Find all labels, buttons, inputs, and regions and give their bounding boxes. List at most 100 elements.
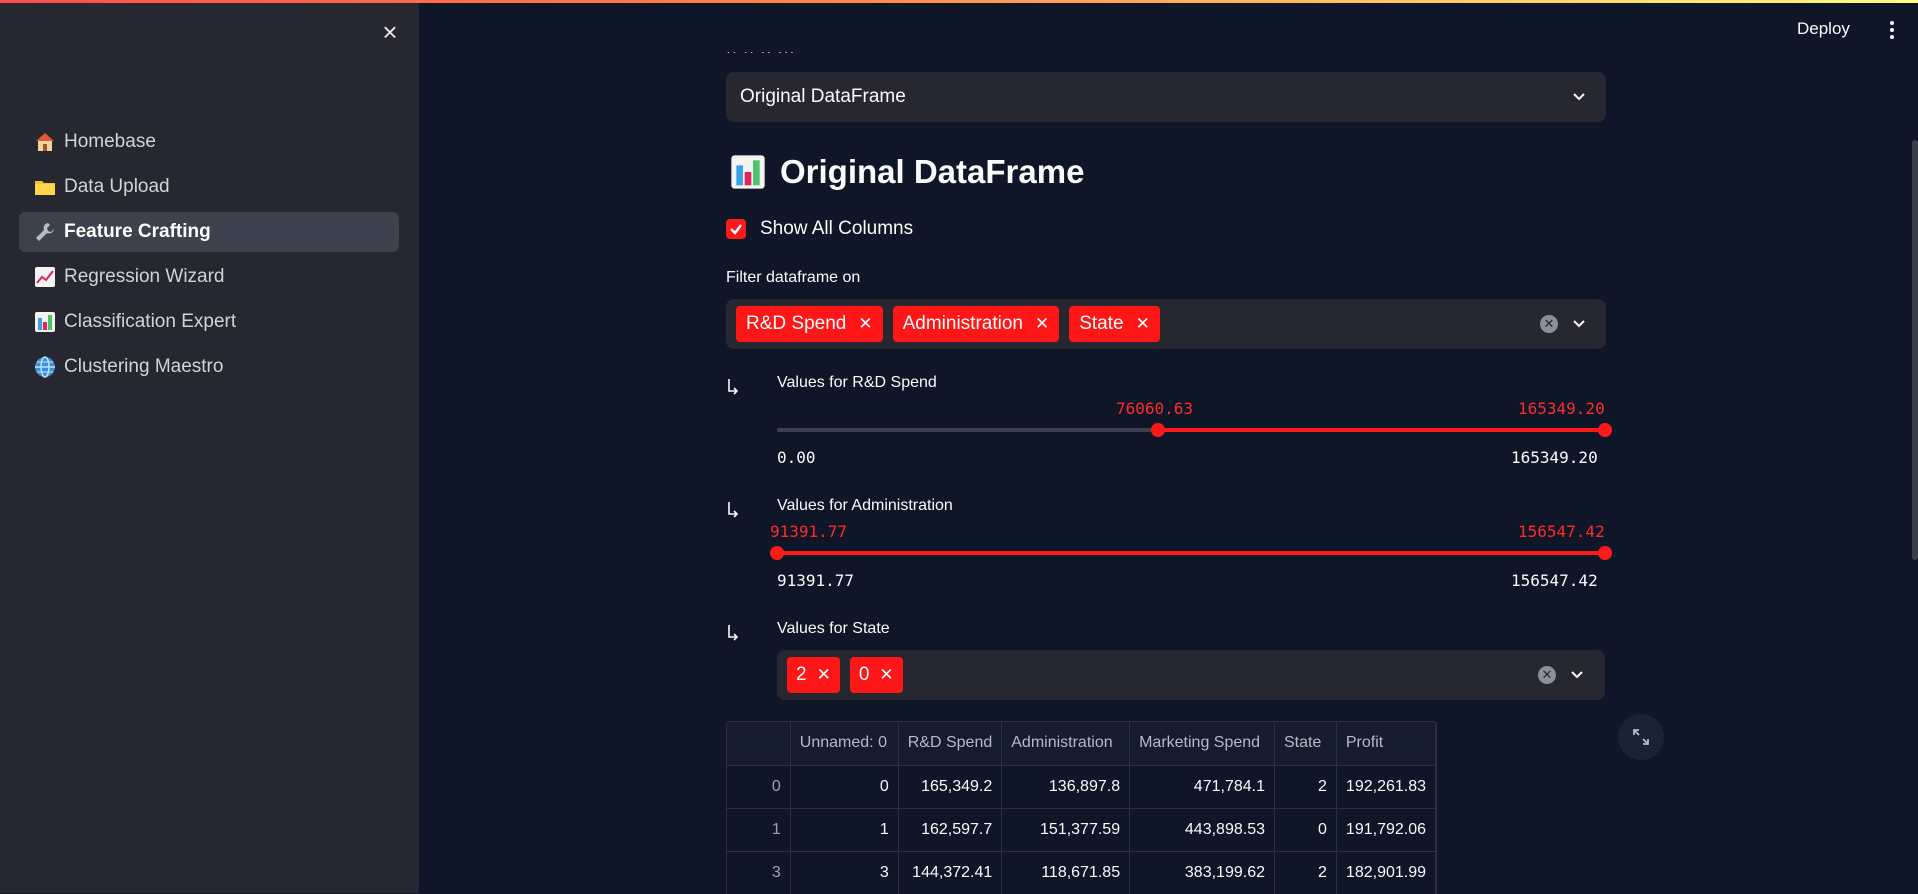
sidebar-item-clustering-maestro[interactable]: Clustering Maestro [19,347,399,387]
table-cell: 162,597.7 [898,808,1003,852]
remove-tag-icon[interactable]: ✕ [817,665,831,685]
table-index-cell: 3 [727,851,791,894]
dataframe-table[interactable]: Unnamed: 0 R&D Spend Administration Mark… [726,721,1437,894]
administration-min-value: 91391.77 [777,571,855,590]
sidebar-item-homebase[interactable]: Homebase [19,122,399,162]
rd-spend-slider-label: Values for R&D Spend [777,374,937,391]
rd-spend-high-value: 165349.20 [1518,399,1605,418]
table-cell: 3 [790,851,899,894]
slider-high-thumb[interactable] [1598,423,1612,437]
slider-fill [777,551,1605,555]
close-icon[interactable]: × [378,19,402,45]
sidebar-item-classification-expert[interactable]: Classification Expert [19,302,399,342]
table-cell: 118,671.85 [1001,851,1131,894]
table-header-cell[interactable]: Unnamed: 0 [790,722,899,766]
bar-chart-icon [731,155,765,189]
table-cell: 471,784.1 [1129,765,1275,809]
filter-multiselect[interactable]: R&D Spend ✕ Administration ✕ State ✕ ✕ [726,299,1606,349]
filter-tag[interactable]: R&D Spend ✕ [736,306,883,342]
arrow-right-icon [726,623,742,641]
table-header-cell[interactable]: Marketing Spend [1129,722,1275,766]
sidebar-item-label: Classification Expert [64,311,237,332]
house-icon [32,129,58,155]
remove-tag-icon[interactable]: ✕ [1035,314,1049,334]
checkbox-label: Show All Columns [760,218,914,239]
table-index-cell: 1 [727,808,791,852]
table-cell: 151,377.59 [1001,808,1131,852]
filter-label: Filter dataframe on [726,269,861,286]
arrow-right-icon [726,377,742,395]
table-header-cell[interactable] [727,722,791,766]
clipped-label: ·· ·· ·· ··· [726,52,866,58]
slider-low-thumb[interactable] [770,546,784,560]
sidebar-item-feature-crafting[interactable]: Feature Crafting [19,212,399,252]
table-cell: 165,349.2 [898,765,1003,809]
remove-tag-icon[interactable]: ✕ [858,314,872,334]
state-tag[interactable]: 0 ✕ [849,657,903,693]
bar-chart-icon [32,309,58,335]
slider-fill [1157,428,1605,432]
page-title-text: Original DataFrame [780,153,1085,190]
checkbox-checked-icon[interactable] [726,219,746,239]
table-cell: 2 [1274,851,1337,894]
expand-icon [1633,729,1649,745]
state-multiselect[interactable]: 2 ✕ 0 ✕ ✕ [777,650,1605,700]
sidebar-item-label: Homebase [64,131,156,152]
rd-spend-max-value: 165349.20 [1511,448,1598,467]
administration-low-value: 91391.77 [770,522,848,541]
remove-tag-icon[interactable]: ✕ [879,665,893,685]
scrollbar[interactable] [1912,140,1918,560]
sidebar-item-label: Clustering Maestro [64,356,224,377]
rd-spend-min-value: 0.00 [777,448,816,467]
sidebar-item-data-upload[interactable]: Data Upload [19,167,399,207]
clear-all-icon[interactable]: ✕ [1538,666,1556,684]
table-cell: 383,199.62 [1129,851,1275,894]
table-header-cell[interactable]: Administration [1001,722,1131,766]
show-all-columns-checkbox[interactable]: Show All Columns [726,218,913,240]
arrow-right-icon [726,500,742,518]
table-cell: 191,792.06 [1336,808,1436,852]
remove-tag-icon[interactable]: ✕ [1136,314,1150,334]
table-row[interactable]: 0 0 165,349.2 136,897.8 471,784.1 2 192,… [727,765,1436,809]
administration-high-value: 156547.42 [1518,522,1605,541]
state-tag[interactable]: 2 ✕ [787,657,840,693]
sidebar-item-regression-wizard[interactable]: Regression Wizard [19,257,399,297]
table-cell: 443,898.53 [1129,808,1275,852]
kebab-menu-icon[interactable] [1885,18,1899,42]
rd-spend-low-value: 76060.63 [1116,399,1194,418]
table-cell: 1 [790,808,899,852]
table-header-cell[interactable]: State [1274,722,1337,766]
administration-max-value: 156547.42 [1511,571,1598,590]
chevron-down-icon [1572,90,1586,104]
sidebar-nav: Homebase Data Upload Feature Crafting Re… [19,122,399,392]
view-select-value: Original DataFrame [740,86,906,107]
view-select[interactable]: Original DataFrame [726,72,1606,122]
table-row[interactable]: 1 1 162,597.7 151,377.59 443,898.53 0 19… [727,808,1436,852]
line-chart-icon [32,264,58,290]
slider-low-thumb[interactable] [1150,423,1165,437]
sidebar: × Homebase Data Upload Feature Crafting … [0,0,419,893]
table-cell: 136,897.8 [1001,765,1131,809]
table-cell: 192,261.83 [1336,765,1436,809]
administration-slider-label: Values for Administration [777,497,953,514]
slider-high-thumb[interactable] [1598,546,1612,560]
top-decoration-bar [0,0,1918,3]
table-row[interactable]: 3 3 144,372.41 118,671.85 383,199.62 2 1… [727,851,1436,894]
table-cell: 0 [1274,808,1337,852]
table-header-cell[interactable]: R&D Spend [898,722,1003,766]
wrench-icon [32,219,58,245]
folder-icon [32,174,58,200]
table-index-cell: 0 [727,765,791,809]
table-header-cell[interactable]: Profit [1336,722,1436,766]
sidebar-item-label: Data Upload [64,176,170,197]
chevron-down-icon[interactable] [1572,317,1586,331]
table-cell: 2 [1274,765,1337,809]
filter-tag[interactable]: State ✕ [1069,306,1160,342]
filter-tag[interactable]: Administration ✕ [892,306,1060,342]
page-title: Original DataFrame [728,152,1084,192]
chevron-down-icon[interactable] [1570,668,1584,682]
fullscreen-button[interactable] [1618,714,1664,760]
deploy-button[interactable]: Deploy [1797,19,1850,39]
clear-all-icon[interactable]: ✕ [1540,315,1558,333]
table-cell: 0 [790,765,899,809]
